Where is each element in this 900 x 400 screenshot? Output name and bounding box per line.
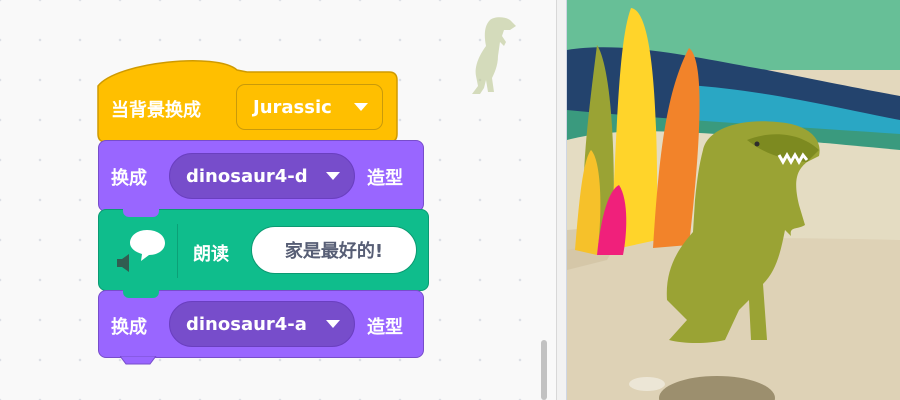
switch-costume-suffix: 造型 [367,168,403,189]
block-bottom-tab [120,356,157,365]
costume-dropdown[interactable]: dinosaur4-a [169,301,355,347]
speaker-icon [117,254,129,272]
switch-costume-prefix: 换成 [111,168,147,189]
dropdown-caret-icon [354,103,368,111]
dropdown-caret-icon [326,172,340,180]
speak-text-input[interactable]: 家是最好的! [251,226,417,274]
costume-dropdown[interactable]: dinosaur4-d [169,153,355,199]
switch-costume-suffix: 造型 [367,317,403,338]
costume-dropdown-value: dinosaur4-d [186,165,308,187]
switch-costume-prefix: 换成 [111,317,147,338]
block-divider [177,224,178,278]
dinosaur-sprite-icon [472,17,516,94]
block-notch [123,209,159,217]
script-workspace[interactable]: 当背景换成 Jurassic 换成 dinosaur4-d 造型 朗读 家是最好… [0,0,556,400]
backdrop-dropdown-value: Jurassic [253,96,332,118]
workspace-border [556,0,567,400]
costume-dropdown-value: dinosaur4-a [186,313,307,335]
speak-block[interactable]: 朗读 家是最好的! [98,209,429,291]
stage[interactable] [567,0,900,400]
hat-block-label: 当背景换成 [111,100,201,121]
workspace-scroll-thumb[interactable] [541,340,547,400]
block-notch [123,290,159,298]
speak-block-label: 朗读 [193,244,229,265]
switch-costume-block[interactable]: 换成 dinosaur4-d 造型 [98,140,424,212]
dropdown-caret-icon [326,320,340,328]
backdrop-dropdown[interactable]: Jurassic [236,84,383,130]
speak-text-value: 家是最好的! [284,241,384,262]
jurassic-backdrop [567,0,900,400]
switch-costume-block[interactable]: 换成 dinosaur4-a 造型 [98,290,424,358]
